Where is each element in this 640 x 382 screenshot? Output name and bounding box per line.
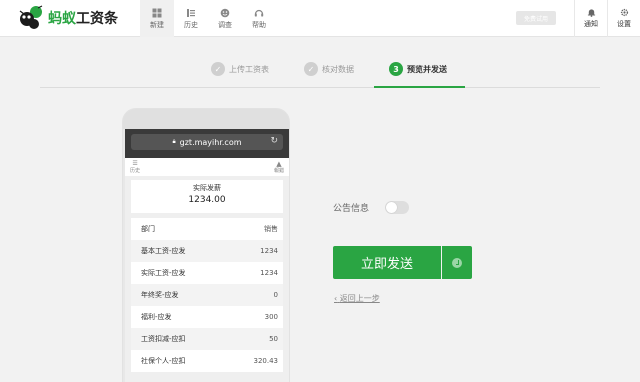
table-header-row: 部门 销售: [131, 218, 283, 240]
row-value: 1234: [260, 269, 278, 277]
row-value: 300: [264, 313, 278, 321]
refresh-icon: ↻: [270, 136, 278, 146]
phone-mini-nav: ☰ 历史 ▲ 報錯: [125, 158, 289, 176]
row-value: 320.43: [253, 357, 279, 365]
phone-preview: 🔒︎ gzt.mayihr.com ↻ ☰ 历史 ▲ 報錯 实际发薪 1234.…: [122, 108, 290, 382]
step-number: 3: [389, 62, 403, 76]
table-row: 实际工资-应发 1234: [131, 262, 283, 284]
step-preview-send[interactable]: 3 预览并发送: [389, 62, 447, 76]
phone-report-label: 報錯: [273, 168, 284, 174]
salary-card: 实际发薪 1234.00: [131, 180, 283, 213]
clock-icon: [452, 257, 462, 268]
nav-item-new[interactable]: 新建: [140, 0, 174, 37]
logo-text-suffix: 工资条: [76, 11, 118, 27]
gear-icon: [620, 8, 628, 17]
url-bar: 🔒︎ gzt.mayihr.com ↻: [131, 134, 283, 150]
table-row: 工资扣减-应扣 50: [131, 328, 283, 350]
phone-top-bezel: [123, 109, 289, 129]
notify-button[interactable]: 通知: [574, 0, 607, 37]
nav-item-help[interactable]: 帮助: [242, 0, 276, 37]
row-name: 社保个人-应扣: [141, 357, 186, 365]
row-name: 工资扣减-应扣: [141, 335, 186, 343]
step-verify[interactable]: ✓ 核对数据: [304, 62, 354, 76]
survey-icon: [220, 8, 230, 17]
chevron-left-icon: ‹: [334, 294, 338, 303]
logo-text-prefix: 蚂蚁: [48, 11, 76, 27]
bell-icon: [587, 9, 595, 17]
row-value: 1234: [260, 247, 278, 255]
nav-label-new: 新建: [150, 20, 164, 29]
back-link[interactable]: ‹ 返回上一步: [334, 293, 380, 304]
row-name: 福利-应发: [141, 313, 172, 321]
send-now-button[interactable]: 立即发送: [333, 246, 441, 279]
settings-button[interactable]: 设置: [607, 0, 640, 37]
phone-report: ▲ 報錯: [273, 161, 284, 175]
trial-button[interactable]: 免费试用: [516, 11, 556, 25]
nav-item-survey[interactable]: 调查: [208, 0, 242, 37]
notify-label: 通知: [584, 20, 598, 28]
toggle-knob: [386, 202, 398, 213]
lock-icon: 🔒︎: [172, 138, 176, 145]
nav-item-history[interactable]: 历史: [174, 0, 208, 37]
back-label: 返回上一步: [339, 294, 380, 303]
settings-label: 设置: [617, 20, 631, 28]
new-icon: [152, 8, 162, 17]
step-upload[interactable]: ✓ 上传工资表: [211, 62, 269, 76]
logo[interactable]: 蚂蚁工资条: [16, 5, 118, 31]
progress-steps: ✓ 上传工资表 ✓ 核对数据 3 预览并发送: [40, 54, 600, 88]
browser-bar: 🔒︎ gzt.mayihr.com ↻: [125, 129, 289, 158]
history-icon: [187, 8, 195, 17]
header-actions: 通知 设置: [574, 0, 640, 37]
ant-logo-icon: [19, 5, 43, 29]
row-name: 实际工资-应发: [141, 269, 186, 277]
notice-setting: 公告信息: [333, 201, 410, 214]
check-icon: ✓: [211, 62, 225, 76]
step-label-upload: 上传工资表: [229, 64, 269, 74]
top-header: 蚂蚁工资条 新建 历史 调查 帮助 免费试用 通知 设置: [0, 0, 640, 37]
row-name: 年终奖-应发: [141, 291, 179, 299]
table-row: 基本工资-应发 1234: [131, 240, 283, 262]
active-step-underline: [374, 86, 465, 88]
notice-label: 公告信息: [333, 204, 370, 214]
check-icon: ✓: [304, 62, 318, 76]
table-row: 福利-应发 300: [131, 306, 283, 328]
table-row: 年终奖-应发 0: [131, 284, 283, 306]
salary-value: 1234.00: [188, 195, 226, 205]
step-label-verify: 核对数据: [322, 64, 354, 74]
nav-label-survey: 调查: [218, 20, 232, 29]
nav-label-help: 帮助: [252, 20, 266, 29]
row-name: 基本工资-应发: [141, 247, 186, 255]
salary-label: 实际发薪: [193, 184, 221, 192]
phone-history: ☰ 历史: [130, 161, 141, 175]
notice-toggle[interactable]: [385, 201, 410, 214]
table-header-name: 部门: [141, 225, 155, 233]
table-header-value: 销售: [264, 225, 278, 233]
help-icon: [254, 9, 264, 16]
url-text: gzt.mayihr.com: [179, 137, 242, 147]
nav-label-history: 历史: [184, 20, 198, 29]
main-nav: 新建 历史 调查 帮助: [140, 0, 276, 37]
step-label-preview: 预览并发送: [407, 64, 447, 74]
scheduled-send-button[interactable]: [442, 246, 472, 279]
phone-history-label: 历史: [130, 168, 141, 174]
row-value: 0: [273, 291, 278, 299]
row-value: 50: [269, 335, 278, 343]
salary-table: 部门 销售 基本工资-应发 1234 实际工资-应发 1234 年终奖-应发 0…: [131, 218, 283, 372]
phone-screen: ☰ 历史 ▲ 報錯 实际发薪 1234.00 部门 销售 基本工资-应发 123…: [125, 158, 289, 382]
table-row: 社保个人-应扣 320.43: [131, 350, 283, 372]
